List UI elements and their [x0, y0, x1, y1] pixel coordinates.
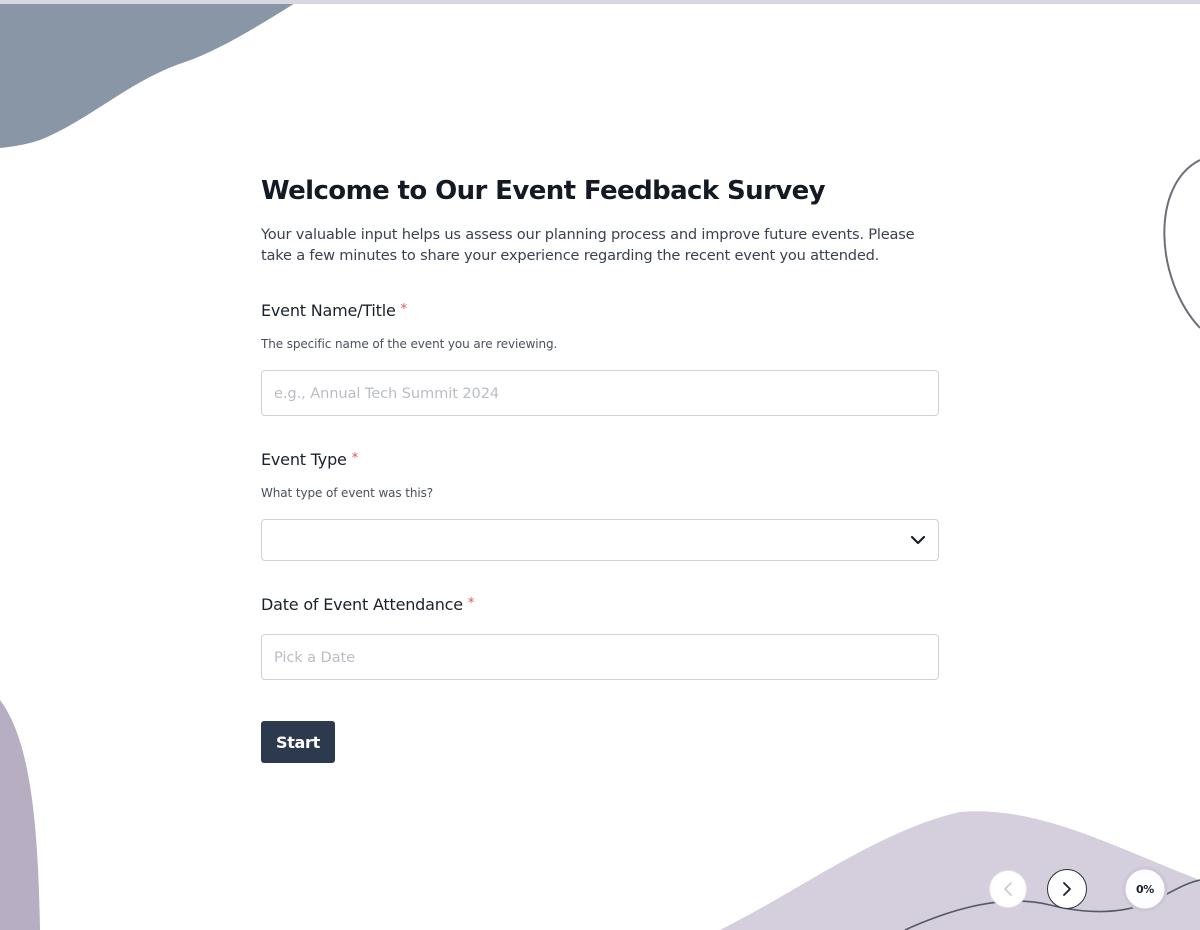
event-name-label-row: Event Name/Title * — [261, 299, 939, 322]
required-marker: * — [467, 596, 475, 611]
event-name-group: Event Name/Title * The specific name of t… — [261, 299, 939, 416]
right-edge-curve — [1163, 159, 1200, 329]
event-name-placeholder: e.g., Annual Tech Summit 2024 — [274, 384, 500, 402]
event-date-placeholder: Pick a Date — [274, 648, 356, 666]
event-date-group: Date of Event Attendance * Pick a Date — [261, 593, 939, 680]
next-button[interactable] — [1047, 869, 1087, 909]
progress-percent: 0% — [1136, 882, 1154, 896]
top-progress-track — [0, 0, 1200, 4]
chevron-down-icon — [910, 535, 926, 545]
event-type-description: What type of event was this? — [261, 486, 434, 500]
chevron-right-icon — [1062, 881, 1072, 897]
event-name-input[interactable]: e.g., Annual Tech Summit 2024 — [261, 370, 939, 416]
event-type-select[interactable] — [261, 519, 939, 561]
event-name-description: The specific name of the event you are r… — [261, 337, 558, 351]
event-type-label-row: Event Type * — [261, 448, 939, 471]
event-type-label: Event Type — [261, 450, 347, 469]
survey-intro: Your valuable input helps us assess our … — [261, 226, 915, 264]
chevron-left-icon — [1003, 881, 1013, 897]
top-left-blob — [0, 0, 300, 148]
start-button[interactable]: Start — [261, 721, 335, 763]
event-name-label: Event Name/Title — [261, 301, 396, 320]
event-date-input[interactable]: Pick a Date — [261, 634, 939, 680]
event-date-label: Date of Event Attendance — [261, 595, 463, 614]
page-title: Welcome to Our Event Feedback Survey — [261, 176, 826, 206]
progress-indicator: 0% — [1121, 865, 1169, 913]
required-marker: * — [400, 302, 408, 317]
survey-form: Welcome to Our Event Feedback Survey You… — [261, 170, 939, 680]
event-type-group: Event Type * What type of event was this? — [261, 448, 939, 561]
required-marker: * — [351, 451, 359, 466]
previous-button[interactable] — [989, 870, 1027, 908]
bottom-left-blob — [0, 700, 40, 930]
event-date-label-row: Date of Event Attendance * — [261, 593, 939, 616]
